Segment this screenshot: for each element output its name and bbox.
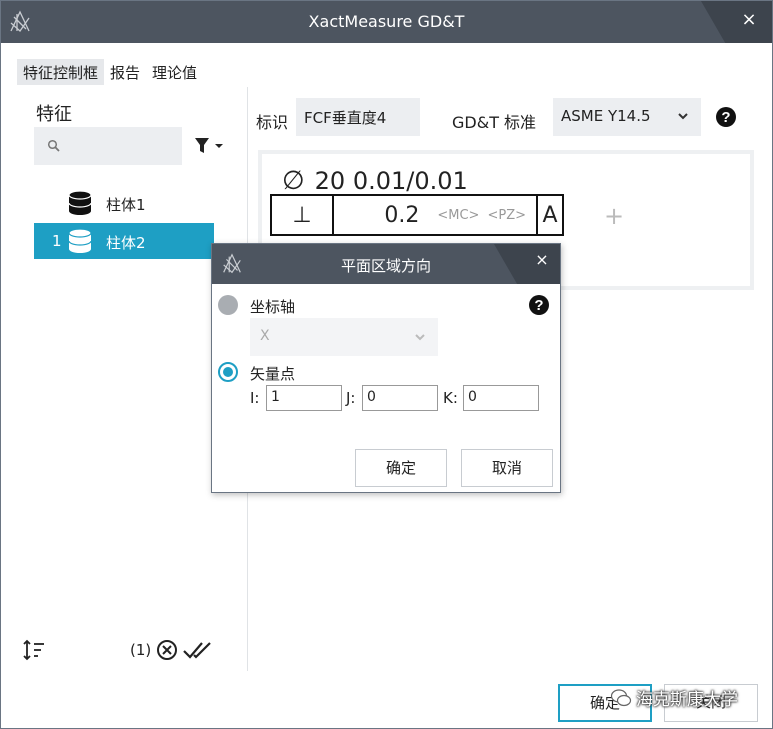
search-icon	[47, 139, 60, 152]
svg-text:?: ?	[534, 297, 543, 314]
tolerance-value: 0.2	[384, 202, 420, 228]
feature-item-cylinder2[interactable]: 1 柱体2	[34, 223, 214, 259]
axis-radio[interactable]	[218, 295, 238, 315]
sort-icon[interactable]	[22, 639, 46, 661]
j-input[interactable]: 0	[362, 385, 438, 411]
feature-item-cylinder1[interactable]: 柱体1	[34, 185, 214, 221]
chevron-down-icon	[678, 113, 688, 120]
tab-feature-control-frame[interactable]: 特征控制框	[17, 59, 105, 85]
feature-label: 柱体2	[106, 234, 146, 252]
fcf-size-line: ∅ 20 0.01/0.01	[282, 166, 468, 196]
plane-zone-direction-dialog: 平面区域方向 × 坐标轴 ? X 矢量点 I: 1 J: 0 K: 0 确定 取…	[211, 243, 561, 493]
i-label: I:	[250, 389, 260, 407]
datum-cell[interactable]: A	[538, 196, 562, 234]
title-bar[interactable]: XactMeasure GD&T ×	[1, 1, 772, 43]
modifier-pz[interactable]: <PZ>	[487, 208, 526, 223]
k-input[interactable]: 0	[463, 385, 539, 411]
filter-dropdown-icon[interactable]	[194, 137, 228, 155]
select-all-icon[interactable]	[182, 639, 214, 661]
axis-radio-label: 坐标轴	[250, 298, 296, 316]
modifier-mc[interactable]: <MC>	[437, 208, 479, 223]
watermark-text: 海克斯康大学	[636, 690, 738, 710]
dialog-title: 平面区域方向	[340, 257, 431, 275]
axis-select-value: X	[260, 328, 270, 344]
help-icon[interactable]: ?	[528, 294, 550, 316]
feature-label: 柱体1	[106, 196, 146, 214]
standard-select[interactable]: ASME Y14.5	[553, 98, 701, 136]
chevron-down-icon	[415, 334, 425, 341]
feature-search-input[interactable]	[34, 127, 182, 165]
wechat-icon	[610, 689, 632, 707]
dialog-cancel-button[interactable]: 取消	[461, 449, 553, 487]
i-input[interactable]: 1	[266, 385, 342, 411]
dialog-ok-button[interactable]: 确定	[355, 449, 447, 487]
close-icon[interactable]: ×	[534, 251, 550, 269]
j-label: J:	[346, 389, 356, 407]
id-input[interactable]: FCF垂直度4	[296, 98, 420, 136]
id-label: 标识	[256, 113, 289, 132]
characteristic-cell[interactable]: ⊥	[272, 196, 334, 234]
k-label: K:	[443, 389, 458, 407]
fcf-frame: ⊥ 0.2 <MC> <PZ> A	[270, 194, 564, 236]
standard-label: GD&T 标准	[452, 113, 537, 132]
tolerance-cell[interactable]: 0.2 <MC> <PZ>	[334, 196, 538, 234]
cylinder-icon	[68, 228, 92, 253]
vector-radio[interactable]	[218, 362, 238, 382]
fcf-size-text: 20 0.01/0.01	[314, 167, 468, 195]
help-icon[interactable]: ?	[715, 106, 737, 128]
selection-count: (1)	[130, 641, 152, 659]
clear-selection-icon[interactable]	[156, 639, 178, 661]
svg-text:?: ?	[721, 109, 730, 126]
vector-radio-label: 矢量点	[250, 365, 296, 383]
tab-report[interactable]: 报告	[104, 59, 146, 85]
cylinder-icon	[68, 190, 92, 215]
window-title: XactMeasure GD&T	[308, 12, 465, 31]
standard-value: ASME Y14.5	[561, 107, 651, 125]
feature-index: 1	[52, 232, 62, 250]
axis-select[interactable]: X	[250, 318, 438, 356]
add-datum-icon[interactable]: +	[604, 202, 624, 230]
tab-bar: 特征控制框 报告 理论值	[17, 59, 203, 85]
close-icon[interactable]: ×	[740, 10, 758, 30]
feature-heading: 特征	[36, 104, 72, 125]
diameter-symbol: ∅	[282, 166, 305, 196]
dialog-title-bar[interactable]: 平面区域方向 ×	[212, 244, 560, 284]
tab-nominals[interactable]: 理论值	[146, 59, 203, 85]
